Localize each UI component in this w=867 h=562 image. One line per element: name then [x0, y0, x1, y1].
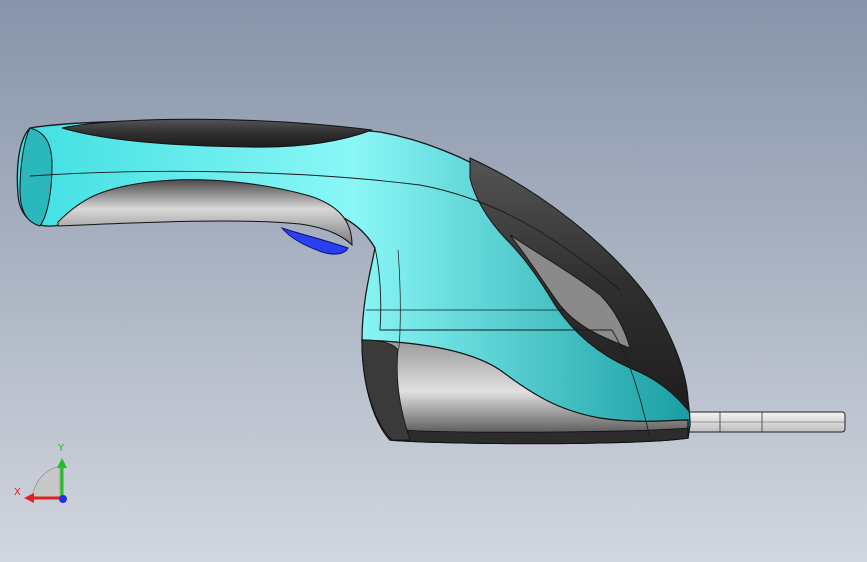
z-axis-dot	[59, 495, 67, 503]
triad-y-label: Y	[58, 443, 65, 454]
triad-x-label: X	[14, 487, 21, 498]
model-view[interactable]	[0, 0, 867, 562]
cad-viewport[interactable]: Y X	[0, 0, 867, 562]
blade[interactable]	[679, 411, 846, 433]
